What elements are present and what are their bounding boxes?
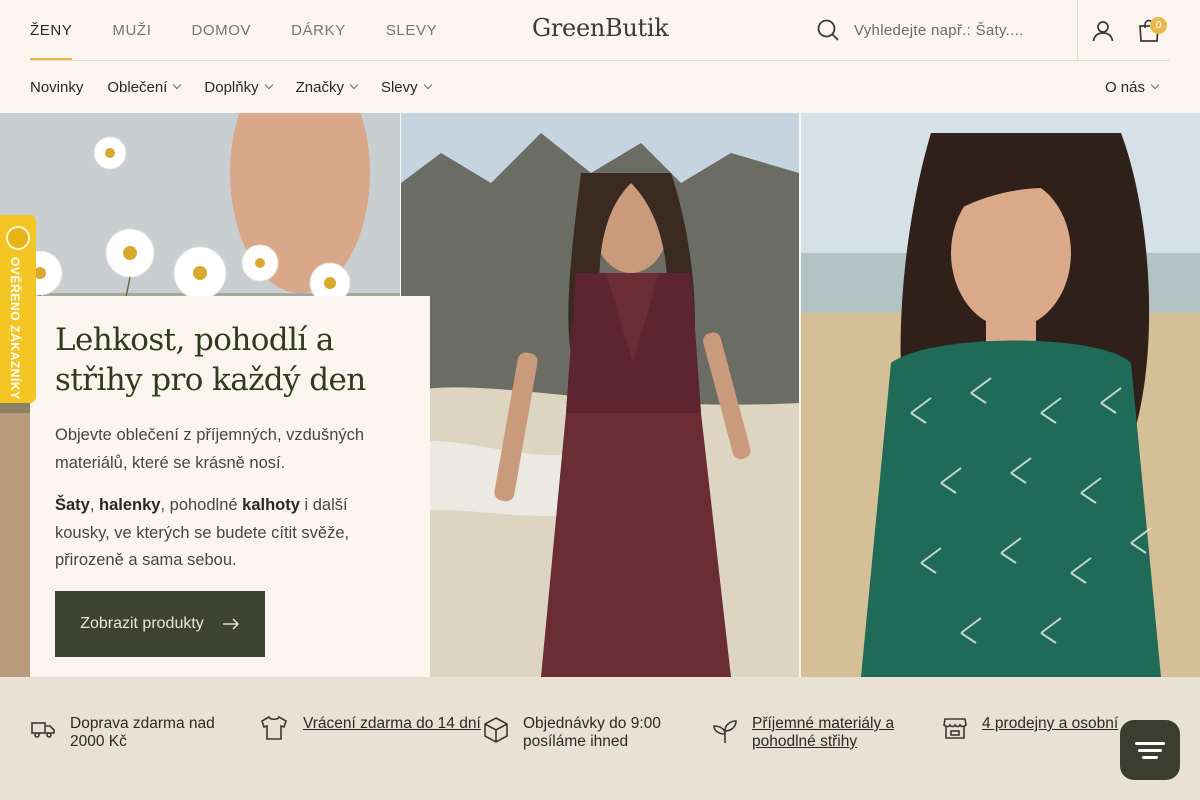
hero-keyword-kalhoty[interactable]: kalhoty: [242, 496, 300, 514]
category-nav: Novinky Oblečení Doplňky Značky Slevy: [30, 61, 432, 113]
leaf-icon: [713, 720, 737, 743]
chevron-down-icon: [423, 80, 432, 90]
benefit-text[interactable]: Příjemné materiály a pohodlné střihy: [752, 715, 912, 751]
chat-icon: [1138, 749, 1162, 752]
nav-item-doplnky[interactable]: Doplňky: [204, 78, 273, 96]
tab-zeny[interactable]: ŽENY: [30, 0, 73, 61]
truck-icon: [31, 722, 55, 738]
hero-title: Lehkost, pohodlí a střihy pro každý den: [55, 322, 366, 398]
search-bar[interactable]: Vyhledejte např.: Šaty....: [816, 18, 1024, 42]
verified-badge-label: OVĚŘENO ZÁKAZNÍKY: [8, 257, 22, 400]
benefit-text: Doprava zdarma nad 2000 Kč: [70, 715, 215, 750]
cart-count-badge: 0: [1150, 17, 1167, 34]
tab-domov[interactable]: DOMOV: [191, 0, 251, 61]
benefit-free-shipping: Doprava zdarma nad 2000 Kč: [30, 715, 230, 751]
hero-description: Šaty, halenky, pohodlné kalhoty i další …: [55, 492, 405, 575]
tab-muzi[interactable]: MUŽI: [112, 0, 151, 61]
verified-seal-icon: [6, 226, 30, 250]
hero-photo-beach-rocks: [401, 113, 799, 677]
chat-icon: [1135, 742, 1165, 745]
tab-slevy[interactable]: SLEVY: [386, 0, 437, 61]
search-input[interactable]: Vyhledejte např.: Šaty....: [854, 22, 1024, 39]
nav-item-label: Novinky: [30, 78, 84, 96]
chat-icon: [1142, 756, 1158, 759]
benefit-text[interactable]: Vrácení zdarma do 14 dní: [303, 715, 493, 733]
chevron-down-icon: [349, 80, 359, 90]
benefit-free-returns[interactable]: Vrácení zdarma do 14 dní: [259, 715, 493, 741]
header-divider: [1077, 0, 1078, 61]
nav-item-label: Slevy: [380, 78, 418, 96]
tshirt-icon: [261, 715, 287, 740]
box-icon: [484, 717, 508, 743]
benefit-fast-dispatch: Objednávky do 9:00 posíláme ihned: [483, 715, 688, 751]
hero-photo-beach-sand: [801, 113, 1200, 677]
model-green-dress-illustration: [801, 113, 1200, 677]
show-products-label: Zobrazit produkty: [80, 615, 204, 632]
hero-keyword-saty[interactable]: Šaty: [55, 496, 90, 514]
benefit-materials[interactable]: Příjemné materiály a pohodlné střihy: [712, 715, 912, 751]
hero-text-part: , pohodlné: [160, 496, 243, 514]
benefits-strip: Doprava zdarma nad 2000 Kč Vrácení zdarm…: [0, 677, 1200, 800]
nav-item-slevy[interactable]: Slevy: [380, 78, 432, 96]
nav-item-label: Oblečení: [107, 78, 168, 96]
hero-keyword-halenky[interactable]: halenky: [99, 496, 160, 514]
verified-customers-badge[interactable]: OVĚŘENO ZÁKAZNÍKY: [0, 215, 36, 403]
chat-button[interactable]: [1120, 720, 1180, 780]
store-icon: [943, 718, 967, 739]
user-icon[interactable]: [1091, 19, 1115, 43]
model-red-dress-illustration: [401, 113, 799, 677]
tab-darky[interactable]: DÁRKY: [291, 0, 346, 61]
nav-item-label: Značky: [295, 78, 344, 96]
benefit-text: Objednávky do 9:00 posíláme ihned: [523, 715, 661, 750]
show-products-button[interactable]: Zobrazit produkty: [55, 591, 265, 657]
hero-card: Lehkost, pohodlí a střihy pro každý den …: [30, 296, 430, 694]
nav-item-obleceni[interactable]: Oblečení: [107, 78, 182, 96]
nav-item-novinky[interactable]: Novinky: [30, 79, 83, 96]
nav-item-label: Doplňky: [204, 78, 259, 96]
hero-intro: Objevte oblečení z příjemných, vzdušných…: [55, 426, 365, 472]
logo[interactable]: GreenButik: [532, 14, 669, 42]
top-header: ŽENY MUŽI DOMOV DÁRKY SLEVY GreenButik V…: [0, 0, 1200, 61]
search-icon[interactable]: [816, 18, 840, 42]
nav-item-znacky[interactable]: Značky: [295, 78, 359, 96]
arrow-right-icon: [222, 618, 239, 630]
nav-item-label: O nás: [1104, 78, 1145, 96]
nav-item-o-nas[interactable]: O nás: [1104, 61, 1160, 113]
chevron-down-icon: [264, 80, 273, 90]
chevron-down-icon: [1150, 80, 1160, 90]
chevron-down-icon: [173, 80, 182, 90]
hero-text-part: ,: [89, 496, 100, 514]
gender-nav: ŽENY MUŽI DOMOV DÁRKY SLEVY: [30, 0, 437, 61]
